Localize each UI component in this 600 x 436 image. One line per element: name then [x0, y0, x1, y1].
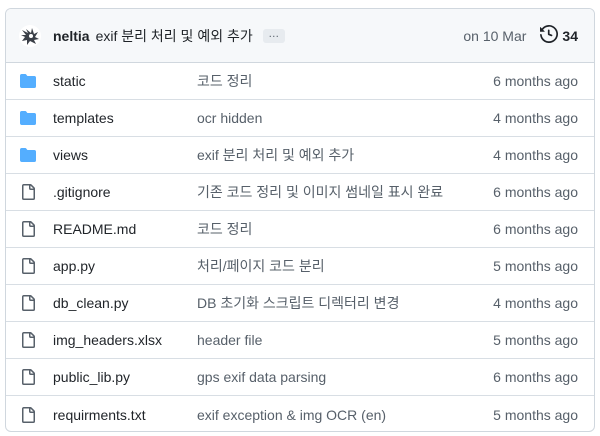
- file-icon: [20, 221, 36, 237]
- file-commit-age: 6 months ago: [493, 221, 578, 237]
- file-name-link[interactable]: static: [53, 73, 86, 89]
- file-commit-age: 5 months ago: [493, 406, 578, 423]
- file-row[interactable]: templates ocr hidden 4 months ago: [6, 100, 594, 137]
- file-commit-age: 5 months ago: [493, 258, 578, 274]
- commit-meta: on 10 Mar 34: [463, 24, 578, 46]
- commit-count: 34: [562, 27, 578, 44]
- file-name-link[interactable]: views: [53, 147, 88, 163]
- latest-commit-bar: neltia exif 분리 처리 및 예외 추가 … on 10 Mar 34: [6, 9, 594, 63]
- file-commit-message-link[interactable]: 코드 정리: [197, 219, 252, 239]
- file-row[interactable]: app.py 처리/페이지 코드 분리 5 months ago: [6, 248, 594, 285]
- file-commit-message-link[interactable]: DB 초기화 스크립트 디렉터리 변경: [197, 293, 399, 313]
- author-avatar[interactable]: [18, 24, 42, 48]
- file-row[interactable]: static 코드 정리 6 months ago: [6, 63, 594, 100]
- file-commit-age: 4 months ago: [493, 295, 578, 311]
- file-icon: [20, 369, 36, 385]
- file-row[interactable]: .gitignore 기존 코드 정리 및 이미지 썸네일 표시 완료 6 mont…: [6, 174, 594, 211]
- folder-icon: [20, 147, 36, 163]
- file-commit-age: 4 months ago: [493, 147, 578, 163]
- file-icon: [20, 184, 36, 200]
- file-row[interactable]: requirments.txt exif exception & img OCR …: [6, 396, 594, 431]
- file-commit-message-link[interactable]: exif 분리 처리 및 예외 추가: [197, 145, 354, 165]
- file-name-link[interactable]: templates: [53, 110, 114, 126]
- file-commit-age: 6 months ago: [493, 184, 578, 200]
- expand-commit-message-button[interactable]: …: [262, 28, 285, 43]
- file-list: static 코드 정리 6 months ago templates ocr hidd…: [6, 63, 594, 431]
- file-commit-message-link[interactable]: 코드 정리: [197, 71, 252, 91]
- commit-author[interactable]: neltia: [53, 28, 90, 44]
- file-name-link[interactable]: public_lib.py: [53, 369, 130, 385]
- file-name-link[interactable]: app.py: [53, 258, 95, 274]
- folder-icon: [20, 110, 36, 126]
- file-row[interactable]: README.md 코드 정리 6 months ago: [6, 211, 594, 248]
- file-icon: [20, 332, 36, 348]
- file-row[interactable]: views exif 분리 처리 및 예외 추가 4 months ago: [6, 137, 594, 174]
- file-commit-message-link[interactable]: 처리/페이지 코드 분리: [197, 256, 325, 276]
- file-commit-age: 6 months ago: [493, 369, 578, 385]
- file-row[interactable]: img_headers.xlsx header file 5 months ago: [6, 322, 594, 359]
- file-icon: [20, 406, 36, 423]
- file-commit-age: 4 months ago: [493, 110, 578, 126]
- file-icon: [20, 295, 36, 311]
- history-clock-icon: [540, 24, 559, 46]
- repo-file-browser: neltia exif 분리 처리 및 예외 추가 … on 10 Mar 34…: [5, 8, 595, 432]
- commit-history-link[interactable]: 34: [540, 24, 578, 46]
- file-name-link[interactable]: db_clean.py: [53, 295, 129, 311]
- file-name-link[interactable]: README.md: [53, 221, 136, 237]
- file-commit-message-link[interactable]: header file: [197, 332, 262, 348]
- folder-icon: [20, 73, 36, 89]
- file-name-link[interactable]: requirments.txt: [53, 407, 146, 423]
- commit-date[interactable]: on 10 Mar: [463, 28, 526, 44]
- file-icon: [20, 258, 36, 274]
- file-name-link[interactable]: img_headers.xlsx: [53, 332, 162, 348]
- file-name-link[interactable]: .gitignore: [53, 184, 111, 200]
- commit-message[interactable]: exif 분리 처리 및 예외 추가: [96, 26, 253, 46]
- file-commit-message-link[interactable]: gps exif data parsing: [197, 369, 326, 385]
- file-row[interactable]: db_clean.py DB 초기화 스크립트 디렉터리 변경 4 months a…: [6, 285, 594, 322]
- file-commit-age: 6 months ago: [493, 73, 578, 89]
- file-commit-age: 5 months ago: [493, 332, 578, 348]
- file-commit-message-link[interactable]: ocr hidden: [197, 110, 262, 126]
- file-commit-message-link[interactable]: 기존 코드 정리 및 이미지 썸네일 표시 완료: [197, 182, 443, 202]
- file-row[interactable]: public_lib.py gps exif data parsing 6 mont…: [6, 359, 594, 396]
- file-commit-message-link[interactable]: exif exception & img OCR (en): [197, 407, 386, 423]
